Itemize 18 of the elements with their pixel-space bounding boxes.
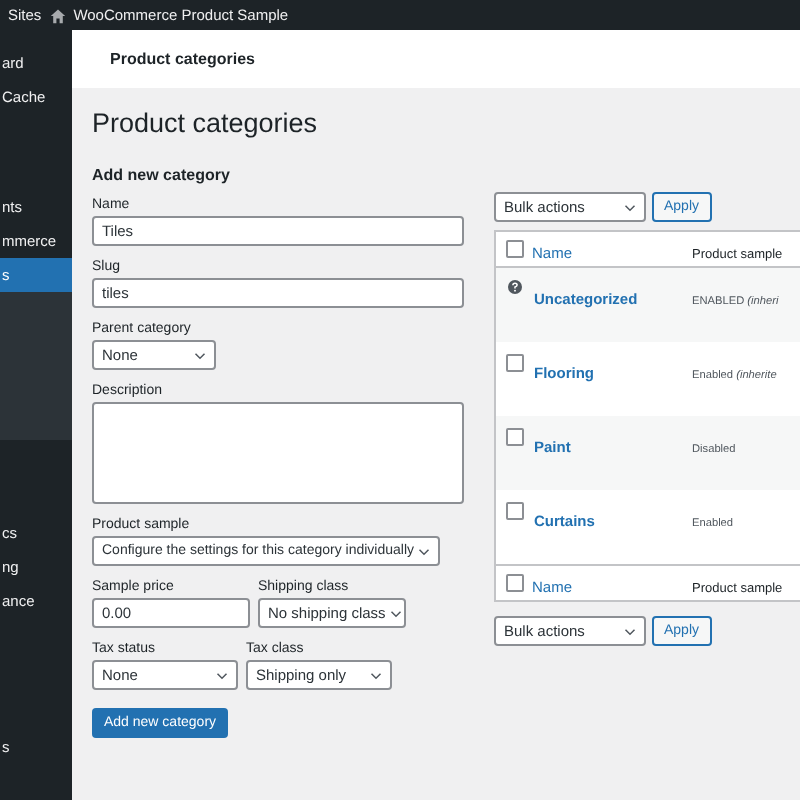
chevron-icon (624, 203, 636, 211)
chevron-icon (418, 547, 431, 555)
chevron-icon (389, 609, 402, 617)
home-icon[interactable] (49, 7, 66, 23)
checkbox[interactable] (505, 428, 523, 446)
header-title: Product categories (110, 50, 255, 68)
chevron-icon (194, 351, 206, 359)
checkbox[interactable] (505, 502, 523, 520)
chevron-icon (370, 671, 382, 679)
checkbox[interactable] (505, 354, 523, 372)
checkbox[interactable] (505, 574, 523, 592)
description-field[interactable] (92, 402, 464, 504)
chevron-icon (216, 671, 228, 679)
chevron-icon (624, 627, 636, 635)
help-icon[interactable] (507, 280, 521, 294)
page-title: Product categories (92, 108, 320, 138)
checkbox[interactable] (505, 240, 523, 258)
form-heading: Add new category (92, 166, 230, 184)
